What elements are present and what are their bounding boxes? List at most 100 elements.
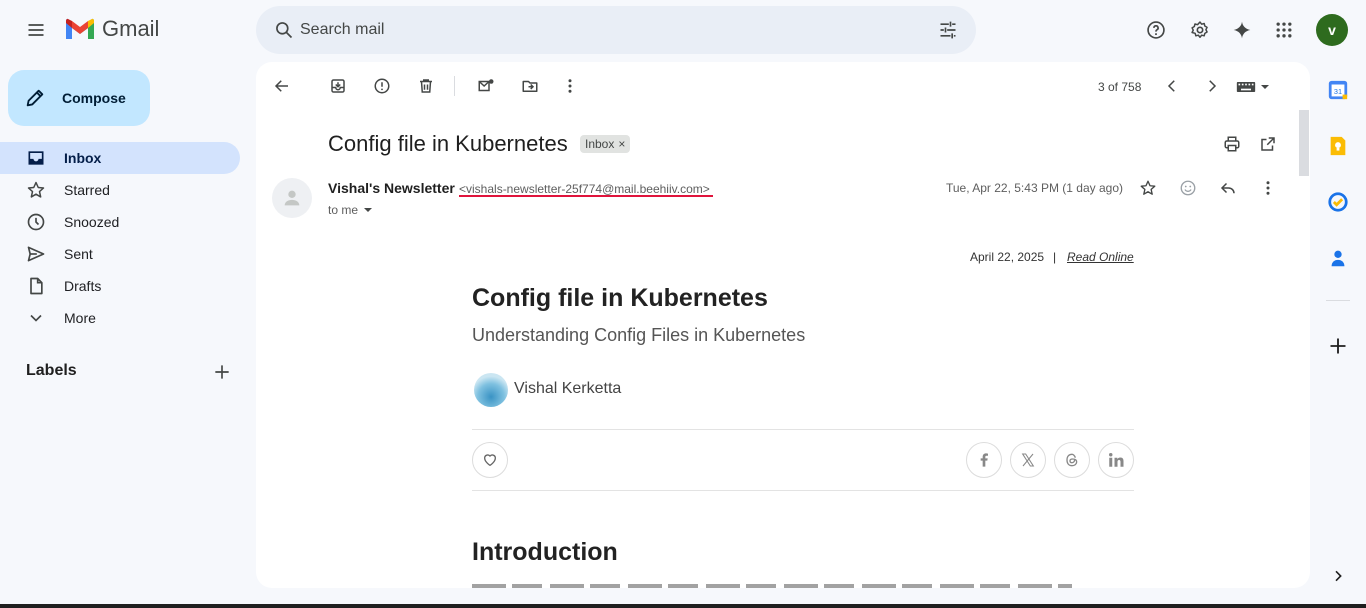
read-online-link[interactable]: Read Online (1067, 250, 1134, 264)
gemini-button[interactable] (1222, 10, 1262, 50)
divider (472, 490, 1134, 491)
create-label-button[interactable] (202, 352, 242, 392)
tune-icon (940, 21, 956, 39)
email-date: Tue, Apr 22, 5:43 PM (1 day ago) (946, 181, 1123, 195)
sidebar-item-snoozed[interactable]: Snoozed (0, 206, 240, 238)
sidebar-item-label: Drafts (64, 278, 102, 294)
caret-down-icon (364, 208, 373, 212)
section-heading: Introduction (472, 538, 618, 566)
newsletter-date: April 22, 2025 (970, 250, 1045, 264)
recipient-details[interactable]: to me (328, 202, 376, 218)
search-button[interactable] (264, 10, 304, 50)
search-bar[interactable]: Search mail (256, 6, 976, 54)
contacts-icon (1331, 250, 1345, 267)
share-x-button[interactable] (1010, 442, 1046, 478)
share-threads-button[interactable] (1054, 442, 1090, 478)
sidebar-item-inbox[interactable]: Inbox (0, 142, 240, 174)
back-button[interactable] (262, 66, 302, 106)
like-button[interactable] (472, 442, 508, 478)
reply-icon (1220, 182, 1235, 194)
newsletter-subtitle: Understanding Config Files in Kubernetes (472, 325, 806, 345)
newsletter-title: Config file in Kubernetes (472, 284, 768, 312)
google-apps-button[interactable] (1264, 10, 1304, 50)
rail-divider (1326, 300, 1350, 301)
sender-name[interactable]: Vishal's Newsletter (328, 180, 455, 196)
gmail-logo[interactable]: Gmail (64, 16, 159, 42)
print-button[interactable] (1212, 124, 1252, 164)
star-icon (1140, 180, 1156, 195)
sidebar-item-drafts[interactable]: Drafts (0, 270, 240, 302)
reply-button[interactable] (1208, 168, 1248, 208)
settings-button[interactable] (1180, 10, 1220, 50)
account-avatar[interactable]: v (1316, 14, 1348, 46)
sidebar-item-more[interactable]: More (0, 302, 240, 334)
more-options-button[interactable] (550, 66, 590, 106)
share-linkedin-button[interactable] (1098, 442, 1134, 478)
sidebar-item-label: Snoozed (64, 214, 120, 230)
sidebar-item-label: More (64, 310, 96, 326)
support-button[interactable] (1136, 10, 1176, 50)
print-icon (1224, 136, 1240, 152)
search-input[interactable]: Search mail (300, 21, 384, 39)
mark-unread-icon (478, 79, 494, 92)
tasks-addon[interactable] (1326, 190, 1350, 214)
input-tools-button[interactable] (1236, 78, 1276, 96)
gmail-wordmark: Gmail (102, 16, 160, 41)
svg-text:31: 31 (1334, 87, 1342, 96)
keep-addon[interactable] (1326, 134, 1350, 158)
newsletter-separator: | (1053, 250, 1057, 264)
share-facebook-button[interactable] (966, 442, 1002, 478)
chevron-left-icon (1167, 80, 1175, 92)
search-options-button[interactable] (928, 10, 968, 50)
star-button[interactable] (1128, 168, 1168, 208)
trash-icon (420, 79, 432, 93)
more-vert-icon (1266, 181, 1270, 195)
sender-email[interactable]: <vishals-newsletter-25f774@mail.beehiiv.… (459, 182, 710, 196)
x-icon (1021, 453, 1035, 467)
move-folder-icon (522, 80, 538, 92)
inbox-icon (28, 151, 44, 165)
scrollbar-thumb[interactable] (1299, 110, 1309, 176)
compose-button[interactable]: Compose (8, 70, 150, 126)
toolbar-divider (454, 76, 455, 96)
chevron-down-icon (30, 314, 42, 322)
main-menu-button[interactable] (16, 10, 56, 50)
sender-avatar[interactable] (272, 178, 312, 218)
mark-unread-button[interactable] (466, 66, 506, 106)
message-more-button[interactable] (1248, 168, 1288, 208)
older-button[interactable] (1192, 66, 1232, 106)
labels-heading: Labels (26, 362, 77, 379)
label-chip[interactable]: Inbox × (580, 135, 631, 153)
report-spam-button[interactable] (362, 66, 402, 106)
open-new-window-button[interactable] (1248, 124, 1288, 164)
apps-grid-icon (1276, 22, 1292, 38)
calendar-addon[interactable]: 31 (1326, 78, 1350, 102)
clock-icon (27, 213, 45, 231)
arrow-back-icon (274, 80, 288, 92)
author-name[interactable]: Vishal Kerketta (514, 380, 621, 398)
body-text-cutoff (472, 580, 1112, 588)
emoji-reaction-button[interactable] (1168, 168, 1208, 208)
delete-button[interactable] (406, 66, 446, 106)
sparkle-icon (1233, 21, 1251, 39)
gmail-m-icon (66, 18, 94, 39)
scrollbar[interactable] (1298, 110, 1310, 588)
move-to-button[interactable] (510, 66, 550, 106)
plus-icon (1330, 338, 1346, 354)
annotation-underline (459, 195, 713, 197)
tasks-icon (1328, 192, 1348, 212)
email-subject: Config file in Kubernetes (328, 131, 568, 156)
send-icon (27, 246, 45, 262)
get-addons-button[interactable] (1326, 334, 1350, 358)
emoji-icon (1180, 180, 1196, 196)
author-avatar (474, 373, 508, 407)
archive-button[interactable] (318, 66, 358, 106)
keyboard-icon (1236, 82, 1256, 92)
newer-button[interactable] (1152, 66, 1192, 106)
show-side-panel-button[interactable] (1326, 564, 1350, 588)
contacts-addon[interactable] (1326, 246, 1350, 270)
keep-icon (1330, 136, 1346, 156)
remove-label-icon[interactable]: × (618, 137, 625, 151)
sidebar-item-sent[interactable]: Sent (0, 238, 240, 270)
sidebar-item-starred[interactable]: Starred (0, 174, 240, 206)
